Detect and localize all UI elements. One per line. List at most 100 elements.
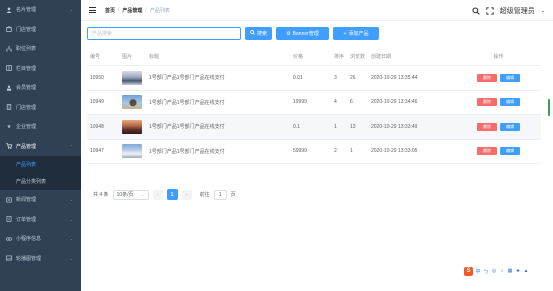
- cell-date: 2020-10-29 13:33:05: [371, 148, 418, 155]
- toolbar: 搜索 ⚙ Banner管理 + 添加产品: [87, 27, 379, 40]
- search-icon[interactable]: [472, 6, 480, 15]
- delete-button[interactable]: 删除: [477, 73, 497, 82]
- edit-button[interactable]: 编辑: [500, 73, 520, 82]
- header-actions: 超级管理员 ⌄: [472, 0, 545, 21]
- cell-image: [119, 70, 146, 85]
- cell-id: 10950: [90, 74, 104, 81]
- cell-image: [119, 119, 146, 134]
- keyboard-icon[interactable]: ▦: [507, 268, 513, 274]
- product-table: 编号 图片 标题 价格 排序 浏览数 创建日期 操作 10950 1号部门产品1…: [87, 48, 541, 164]
- cell-image: [119, 95, 146, 110]
- sidebar-item-store[interactable]: 门店管理: [0, 20, 81, 40]
- cell-views: 1: [350, 148, 353, 155]
- sidebar-item-news[interactable]: 新闻管理 ⌄: [0, 190, 81, 210]
- cell-date: 2020-10-29 13:35:44: [371, 74, 418, 81]
- submenu-item-product-categories[interactable]: 产品分类列表: [0, 173, 81, 190]
- chevron-up-icon: ⌃: [69, 143, 73, 149]
- cell-actions: 删除 编辑: [456, 122, 541, 131]
- ime-toolbar: S 中 ㄅ ◎ ♪ ▦ ♣ ▲: [464, 266, 529, 276]
- cell-price: 0.1: [293, 123, 300, 130]
- ime-chinese-mode[interactable]: 中: [475, 268, 481, 275]
- breadcrumb-current: 产品列表: [149, 7, 170, 14]
- skin-icon[interactable]: ♣: [515, 268, 521, 274]
- edit-button[interactable]: 编辑: [500, 147, 520, 156]
- sidebar-item-label: 新闻管理: [16, 197, 37, 204]
- cell-title: 1号部门产品1号部门产品在线支付: [149, 148, 225, 155]
- sidebar-item-orders[interactable]: 订单管理 ⌄: [0, 210, 81, 230]
- breadcrumb-home[interactable]: 首页: [105, 7, 115, 14]
- sidebar-item-label: 栏目管理: [16, 65, 37, 72]
- search-icon: [250, 30, 255, 37]
- cell-title: 1号部门产品1号部门产品在线支付: [149, 75, 225, 82]
- sidebar-item-products[interactable]: 产品管理 ⌃: [0, 137, 81, 157]
- ime-emoji-icon[interactable]: ◎: [491, 268, 497, 274]
- table-row: 10950 1号部门产品1号部门产品在线支付 0.01 3 26 2020-10…: [87, 66, 541, 91]
- top-header: 首页 / 产品管理 / 产品列表 超级管理员 ⌄: [81, 0, 553, 21]
- cell-image: [119, 144, 146, 159]
- fullscreen-icon[interactable]: [486, 6, 494, 15]
- page-unit-label: 页: [230, 192, 236, 198]
- scrollbar-thumb[interactable]: [548, 99, 550, 116]
- breadcrumb-separator: /: [118, 7, 120, 13]
- cell-id: 10948: [90, 123, 104, 130]
- sidebar-item-mini-program[interactable]: 小程序信息 ⌄: [0, 229, 81, 249]
- sidebar-item-label: 名片管理: [16, 7, 37, 14]
- cell-price: 59999: [293, 148, 307, 155]
- search-button-label: 搜索: [257, 31, 268, 37]
- sidebar-item-label: 企业管理: [16, 124, 37, 131]
- sitemap-icon: [6, 46, 12, 52]
- breadcrumb: 首页 / 产品管理 / 产品列表: [105, 7, 170, 14]
- hamburger-icon[interactable]: [89, 7, 96, 13]
- banner-manage-button[interactable]: ⚙ Banner管理: [276, 27, 329, 40]
- page-number-current[interactable]: 1: [166, 189, 178, 200]
- cell-views: 26: [350, 74, 356, 81]
- cell-views: 13: [350, 123, 356, 130]
- sidebar-item-label: 门店管理: [16, 26, 37, 33]
- search-button[interactable]: 搜索: [245, 27, 272, 40]
- products-submenu: 产品列表 产品分类列表: [0, 156, 81, 190]
- submenu-item-label: 产品分类列表: [16, 179, 47, 185]
- product-thumbnail[interactable]: [122, 95, 142, 110]
- cell-date: 2020-10-29 13:33:49: [371, 123, 418, 130]
- product-thumbnail[interactable]: [122, 119, 142, 134]
- prev-page-button[interactable]: ‹: [152, 189, 163, 200]
- search-input[interactable]: [87, 27, 241, 40]
- sidebar-item-label: 订单管理: [16, 216, 37, 223]
- column-header-price: 价格: [293, 54, 304, 60]
- image-icon: [6, 255, 12, 261]
- cell-id: 10949: [90, 99, 104, 106]
- microphone-icon[interactable]: ♪: [499, 268, 505, 274]
- product-thumbnail[interactable]: [122, 144, 142, 159]
- breadcrumb-products[interactable]: 产品管理: [122, 7, 142, 14]
- toolbox-icon[interactable]: ▲: [523, 268, 529, 274]
- delete-button[interactable]: 删除: [477, 122, 497, 131]
- cell-sort: 1: [334, 123, 337, 130]
- edit-button[interactable]: 编辑: [500, 98, 520, 107]
- sidebar-item-carousel[interactable]: 轮播图管理 ⌄: [0, 249, 81, 269]
- submenu-item-product-list[interactable]: 产品列表: [0, 156, 81, 173]
- username[interactable]: 超级管理员: [500, 6, 535, 16]
- sidebar-item-card[interactable]: 名片管理 ⌄: [0, 0, 81, 20]
- goto-page-input[interactable]: 1: [213, 189, 227, 200]
- product-thumbnail[interactable]: [122, 70, 142, 85]
- chevron-down-icon[interactable]: ⌄: [541, 8, 545, 14]
- add-product-button[interactable]: + 添加产品: [333, 27, 379, 40]
- order-icon: [6, 216, 12, 223]
- ime-punctuation-icon[interactable]: ㄅ: [483, 268, 489, 275]
- sogou-logo-icon[interactable]: S: [464, 266, 473, 276]
- mini-program-icon: [6, 236, 12, 242]
- sidebar-item-columns[interactable]: 栏目管理: [0, 59, 81, 79]
- page-size-select[interactable]: 10条/页 ⌄: [112, 189, 149, 200]
- sidebar-item-store-2[interactable]: 门店管理: [0, 98, 81, 118]
- cell-title: 1号部门产品1号部门产品在线支付: [149, 99, 225, 106]
- next-page-button[interactable]: ›: [181, 189, 192, 200]
- edit-button[interactable]: 编辑: [500, 122, 520, 131]
- column-header-date: 创建日期: [371, 54, 392, 60]
- delete-button[interactable]: 删除: [477, 147, 497, 156]
- chevron-down-icon: ⌄: [69, 216, 73, 222]
- sidebar-item-label: 会员管理: [16, 85, 37, 92]
- sidebar-item-members[interactable]: 会员管理: [0, 78, 81, 98]
- delete-button[interactable]: 删除: [477, 98, 497, 107]
- sidebar-item-enterprise[interactable]: ★ 企业管理: [0, 117, 81, 137]
- sidebar-item-positions[interactable]: 职位列表: [0, 39, 81, 59]
